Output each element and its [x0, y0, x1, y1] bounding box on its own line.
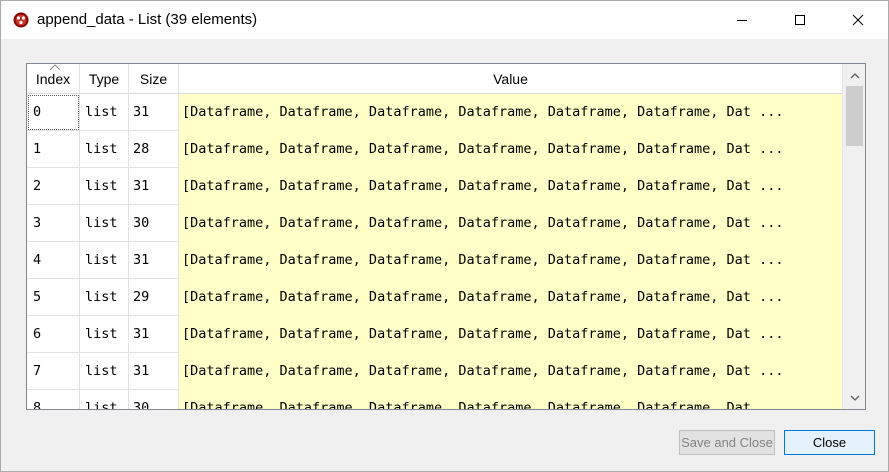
- scroll-down-button[interactable]: [843, 387, 865, 409]
- type-cell[interactable]: list: [80, 131, 129, 168]
- table-row[interactable]: 5 list 29 [Dataframe, Dataframe, Datafra…: [27, 279, 842, 316]
- header-size[interactable]: Size: [129, 64, 179, 94]
- chevron-up-icon: [850, 72, 859, 78]
- index-cell[interactable]: 1: [27, 131, 80, 168]
- index-cell[interactable]: 3: [27, 205, 80, 242]
- close-button[interactable]: Close: [784, 430, 875, 455]
- maximize-button[interactable]: [771, 1, 829, 39]
- index-cell[interactable]: 0: [27, 94, 80, 131]
- type-cell[interactable]: list: [80, 353, 129, 390]
- type-cell[interactable]: list: [80, 168, 129, 205]
- value-cell[interactable]: [Dataframe, Dataframe, Dataframe, Datafr…: [179, 353, 842, 390]
- type-cell[interactable]: list: [80, 316, 129, 353]
- table-row[interactable]: 2 list 31 [Dataframe, Dataframe, Datafra…: [27, 168, 842, 205]
- table-row[interactable]: 8 list 30 [Dataframe, Dataframe, Datafra…: [27, 390, 842, 409]
- table-row[interactable]: 0 list 31 [Dataframe, Dataframe, Datafra…: [27, 94, 842, 131]
- index-cell[interactable]: 4: [27, 242, 80, 279]
- sort-ascending-icon: [49, 64, 61, 71]
- title-bar[interactable]: append_data - List (39 elements): [1, 1, 888, 39]
- type-cell[interactable]: list: [80, 205, 129, 242]
- minimize-button[interactable]: [713, 1, 771, 39]
- table-row[interactable]: 4 list 31 [Dataframe, Dataframe, Datafra…: [27, 242, 842, 279]
- list-editor-dialog: append_data - List (39 elements) Index T…: [0, 0, 889, 472]
- index-cell[interactable]: 7: [27, 353, 80, 390]
- list-table: Index Type Size Value 0 list 31 [Datafra…: [26, 63, 866, 410]
- size-cell[interactable]: 31: [129, 316, 179, 353]
- value-cell[interactable]: [Dataframe, Dataframe, Dataframe, Datafr…: [179, 279, 842, 316]
- table-header: Index Type Size Value: [27, 64, 842, 94]
- table-row[interactable]: 3 list 30 [Dataframe, Dataframe, Datafra…: [27, 205, 842, 242]
- table-body: 0 list 31 [Dataframe, Dataframe, Datafra…: [27, 94, 842, 409]
- header-value-label: Value: [493, 71, 528, 87]
- size-cell[interactable]: 31: [129, 94, 179, 131]
- header-type-label: Type: [88, 71, 120, 87]
- size-cell[interactable]: 31: [129, 353, 179, 390]
- index-cell[interactable]: 2: [27, 168, 80, 205]
- spyder-icon: [13, 12, 29, 28]
- header-index-label: Index: [35, 71, 71, 87]
- window-title: append_data - List (39 elements): [37, 11, 258, 28]
- value-cell[interactable]: [Dataframe, Dataframe, Dataframe, Datafr…: [179, 168, 842, 205]
- size-cell[interactable]: 31: [129, 168, 179, 205]
- index-cell[interactable]: 5: [27, 279, 80, 316]
- minimize-icon: [737, 20, 747, 21]
- table-row[interactable]: 7 list 31 [Dataframe, Dataframe, Datafra…: [27, 353, 842, 390]
- size-cell[interactable]: 28: [129, 131, 179, 168]
- close-icon: [852, 14, 864, 26]
- index-cell[interactable]: 6: [27, 316, 80, 353]
- value-cell[interactable]: [Dataframe, Dataframe, Dataframe, Datafr…: [179, 316, 842, 353]
- size-cell[interactable]: 30: [129, 390, 179, 409]
- type-cell[interactable]: list: [80, 94, 129, 131]
- table-row[interactable]: 1 list 28 [Dataframe, Dataframe, Datafra…: [27, 131, 842, 168]
- table-row[interactable]: 6 list 31 [Dataframe, Dataframe, Datafra…: [27, 316, 842, 353]
- maximize-icon: [795, 15, 805, 25]
- type-cell[interactable]: list: [80, 390, 129, 409]
- value-cell[interactable]: [Dataframe, Dataframe, Dataframe, Datafr…: [179, 205, 842, 242]
- size-cell[interactable]: 29: [129, 279, 179, 316]
- value-cell[interactable]: [Dataframe, Dataframe, Dataframe, Datafr…: [179, 390, 842, 409]
- vertical-scrollbar[interactable]: [842, 64, 865, 409]
- chevron-down-icon: [850, 395, 859, 401]
- scrollbar-thumb[interactable]: [846, 86, 863, 146]
- type-cell[interactable]: list: [80, 279, 129, 316]
- header-value[interactable]: Value: [179, 64, 842, 94]
- header-size-label: Size: [139, 71, 168, 87]
- type-cell[interactable]: list: [80, 242, 129, 279]
- close-window-button[interactable]: [829, 1, 887, 39]
- scroll-up-button[interactable]: [843, 64, 865, 86]
- save-and-close-button[interactable]: Save and Close: [679, 430, 775, 455]
- value-cell[interactable]: [Dataframe, Dataframe, Dataframe, Datafr…: [179, 242, 842, 279]
- value-cell[interactable]: [Dataframe, Dataframe, Dataframe, Datafr…: [179, 131, 842, 168]
- header-type[interactable]: Type: [80, 64, 129, 94]
- size-cell[interactable]: 30: [129, 205, 179, 242]
- header-index[interactable]: Index: [27, 64, 80, 94]
- size-cell[interactable]: 31: [129, 242, 179, 279]
- value-cell[interactable]: [Dataframe, Dataframe, Dataframe, Datafr…: [179, 94, 842, 131]
- index-cell[interactable]: 8: [27, 390, 80, 409]
